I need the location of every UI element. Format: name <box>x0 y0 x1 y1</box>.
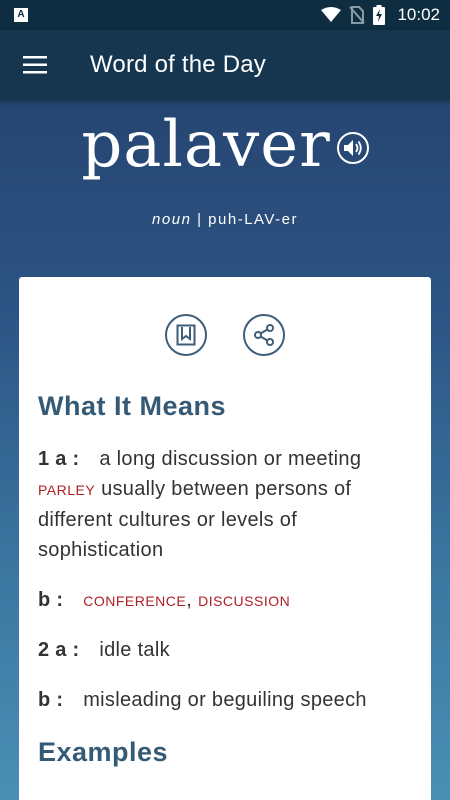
definition-text: a long discussion or meeting <box>99 448 362 470</box>
wifi-icon <box>321 7 342 22</box>
comma: , <box>186 589 193 611</box>
share-icon <box>254 324 274 346</box>
menu-button[interactable] <box>0 30 70 100</box>
no-sim-icon <box>349 6 366 24</box>
definition-number: b : <box>38 589 64 611</box>
battery-charging-icon <box>373 5 386 25</box>
definition-1b: b : conference, discussion <box>38 585 410 616</box>
bookmark-button[interactable] <box>165 314 207 356</box>
definition-text: misleading or beguiling speech <box>83 689 367 711</box>
definition-text: idle talk <box>99 639 170 661</box>
part-of-speech: noun <box>152 211 192 228</box>
examples-heading: Examples <box>38 737 169 767</box>
status-bar: A 10:02 <box>0 0 450 30</box>
definition-1a: 1 a : a long discussion or meeting parle… <box>38 444 410 565</box>
definition-number: 2 a : <box>38 639 80 661</box>
bookmark-icon <box>176 324 196 346</box>
app-title: Word of the Day <box>90 51 266 78</box>
headword: palaver <box>81 108 331 182</box>
definition-card: What It Means 1 a : a long discussion or… <box>19 277 431 800</box>
definition-number: b : <box>38 689 64 711</box>
cross-reference-link[interactable]: discussion <box>198 593 290 609</box>
separator: | <box>197 211 203 228</box>
meaning-heading: What It Means <box>38 391 227 421</box>
app-bar: Word of the Day <box>0 30 450 100</box>
word-hero: palaver noun | puh-LAV-er <box>0 100 450 276</box>
notification-icon: A <box>14 8 28 22</box>
pronunciation: puh-LAV-er <box>208 211 298 228</box>
definition-2a: 2 a : idle talk <box>38 635 410 665</box>
share-button[interactable] <box>243 314 285 356</box>
pronounce-audio-button[interactable] <box>336 132 369 164</box>
cross-reference-link[interactable]: conference <box>83 593 186 609</box>
pronunciation-line: noun | puh-LAV-er <box>0 211 450 228</box>
cross-reference-link[interactable]: parley <box>38 482 95 498</box>
definition-2b: b : misleading or beguiling speech <box>38 685 410 715</box>
definition-number: 1 a : <box>38 448 80 470</box>
status-time: 10:02 <box>397 5 440 24</box>
speaker-icon <box>343 140 362 156</box>
hamburger-menu-icon <box>23 56 47 74</box>
